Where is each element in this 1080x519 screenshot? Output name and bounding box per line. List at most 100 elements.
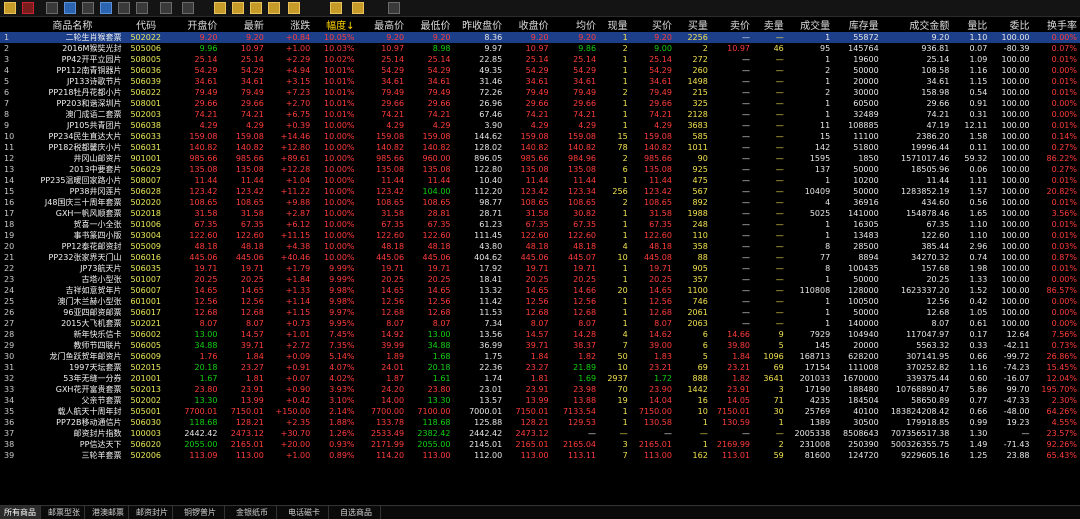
tab-0[interactable]: 所有商品 [0, 506, 41, 519]
table-row[interactable]: 7PP203和谐深圳片50800129.6629.66+2.7010.01%29… [0, 98, 1080, 109]
table-row[interactable]: 20PP12泰花邮资封50500948.1848.18+4.3810.00%48… [0, 241, 1080, 252]
column-header[interactable]: 收盘价 [505, 17, 551, 32]
tab-6[interactable]: 电话磁卡 [280, 506, 329, 519]
column-header[interactable] [0, 17, 23, 32]
table-row[interactable]: 38PP信达天下5060202055.002165.01+20.000.93%2… [0, 439, 1080, 450]
table-cell: 159.08 [358, 131, 408, 142]
table-row[interactable]: 1二轮生肖猴套票5020229.209.20+0.8410.05%9.209.2… [0, 32, 1080, 43]
table-row[interactable]: 22016M猴奘光封5050069.9610.97+1.0010.03%10.9… [0, 43, 1080, 54]
column-header[interactable]: 现量 [599, 17, 631, 32]
table-row[interactable]: 3253年无缝一分券2010011.671.81+0.074.02%1.871.… [0, 373, 1080, 384]
table-row[interactable]: 4PP112南青铜器片50603654.2954.29+4.9410.01%54… [0, 65, 1080, 76]
index-icon[interactable] [136, 2, 148, 14]
column-header[interactable]: 成交金额 [882, 17, 953, 32]
column-header[interactable]: 卖量 [753, 17, 787, 32]
table-row[interactable]: 272015大飞机套票5020218.078.07+0.739.95%8.078… [0, 318, 1080, 329]
table-cell: PP38井冈莲片 [23, 186, 124, 197]
table-row[interactable]: 39三轮羊套票502006113.09113.00+1.000.89%114.2… [0, 450, 1080, 461]
tab-3[interactable]: 邮资封片 [132, 506, 173, 519]
table-row[interactable]: 12井冈山邮资片901001985.66985.66+89.6110.00%98… [0, 153, 1080, 164]
table-row[interactable]: 2696亚四邮资邮票50601712.6812.68+1.159.97%12.6… [0, 307, 1080, 318]
tab-4[interactable]: 铜锣普片 [176, 506, 225, 519]
table-row[interactable]: 33GXH花开富贵套票50201323.8023.91+0.903.93%24.… [0, 384, 1080, 395]
table-row[interactable]: 37邮资封片指数1000032442.422473.12+30.701.26%2… [0, 428, 1080, 439]
table-cell: 53年无缝一分券 [23, 373, 124, 384]
table-row[interactable]: 11PP182税都馨庆小片506031140.82140.82+12.8010.… [0, 142, 1080, 153]
table-cell: — [711, 263, 753, 274]
column-header[interactable]: 最新 [220, 17, 266, 32]
grid-icon[interactable] [118, 2, 130, 14]
table-row[interactable]: 17GXH一帆风顺套票50201831.5831.58+2.8710.00%31… [0, 208, 1080, 219]
settings-icon[interactable] [388, 2, 400, 14]
table-cell: 12.68 [631, 307, 675, 318]
f3-icon[interactable] [268, 2, 280, 14]
column-header[interactable]: 卖价 [711, 17, 753, 32]
f2-icon[interactable] [250, 2, 262, 14]
table-row[interactable]: 10PP234民生直达大片506033159.08159.08+14.4610.… [0, 131, 1080, 142]
export-icon[interactable] [160, 2, 172, 14]
f6-icon[interactable] [352, 2, 364, 14]
column-header[interactable]: 换手率 [1033, 17, 1080, 32]
table-row[interactable]: 22JP73航天片50603519.7119.71+1.799.99%19.71… [0, 263, 1080, 274]
table-row[interactable]: 36PP72B移动通信片506030118.68128.21+2.351.88%… [0, 417, 1080, 428]
column-header[interactable]: 昨收盘价 [454, 17, 506, 32]
column-header[interactable]: 委比 [990, 17, 1032, 32]
candle-icon[interactable] [46, 2, 58, 14]
table-row[interactable]: 28新年快乐信卡50600213.0014.57+1.017.45%14.921… [0, 329, 1080, 340]
table-cell: — [753, 87, 787, 98]
f5-icon[interactable] [330, 2, 342, 14]
report-icon[interactable] [64, 2, 76, 14]
column-header[interactable]: 幅度↓ [313, 17, 357, 32]
column-header[interactable]: 代码 [124, 17, 170, 32]
column-header[interactable]: 开盘价 [171, 17, 221, 32]
column-header[interactable]: 最低价 [407, 17, 453, 32]
tab-5[interactable]: 金银纸币 [228, 506, 277, 519]
table-row[interactable]: 35载人航天十周年封5050017700.017150.01+150.002.1… [0, 406, 1080, 417]
column-header[interactable]: 涨跌 [267, 17, 313, 32]
table-row[interactable]: 21PP232张家界天门山506016445.06445.06+40.4610.… [0, 252, 1080, 263]
table-cell: +12.28 [267, 164, 313, 175]
bars-icon[interactable] [4, 2, 16, 14]
table-row[interactable]: 6PP218牡丹花都小片50602279.4979.49+7.2310.01%7… [0, 87, 1080, 98]
column-header[interactable]: 成交量 [787, 17, 833, 32]
f1-icon[interactable] [232, 2, 244, 14]
table-row[interactable]: 18贺喜一小全张50100667.3567.35+6.1210.00%67.35… [0, 219, 1080, 230]
column-header[interactable]: 最高价 [358, 17, 408, 32]
table-row[interactable]: 5JP133诗歌节片50603934.6134.61+3.1510.01%34.… [0, 76, 1080, 87]
column-header[interactable]: 库存量 [833, 17, 882, 32]
table-row[interactable]: 8澳门成语二套票50200374.2174.21+6.7510.01%74.21… [0, 109, 1080, 120]
tab-2[interactable]: 港澳邮票 [88, 506, 129, 519]
f4-icon[interactable] [288, 2, 300, 14]
table-cell: — [711, 285, 753, 296]
column-header[interactable]: 买量 [675, 17, 711, 32]
table-cell: 112.20 [454, 186, 506, 197]
column-header[interactable]: 均价 [552, 17, 599, 32]
table-row[interactable]: 30龙门鱼跃贺年邮资片5060091.761.84+0.095.14%1.891… [0, 351, 1080, 362]
table-row[interactable]: 34父亲节套票50200213.3013.99+0.423.10%14.0013… [0, 395, 1080, 406]
tools-icon[interactable] [182, 2, 194, 14]
column-header[interactable]: 买价 [631, 17, 675, 32]
tab-1[interactable]: 邮票型张 [44, 506, 85, 519]
table-row[interactable]: 311997天坛套票50201520.1823.27+0.914.07%24.0… [0, 362, 1080, 373]
table-row[interactable]: 24吉祥如意贺年片50600714.6514.65+1.339.98%14.65… [0, 285, 1080, 296]
table-row[interactable]: 19事书篆四小版503004122.60122.60+11.1510.00%12… [0, 230, 1080, 241]
calendar-icon[interactable] [82, 2, 94, 14]
table-row[interactable]: 15PP38井冈莲片506028123.42123.42+11.2210.00%… [0, 186, 1080, 197]
table-row[interactable]: 29教师节四联片50600534.8839.71+2.727.35%39.993… [0, 340, 1080, 351]
table-row[interactable]: 25澳门木兰赫小型张60100112.5612.56+1.149.98%12.5… [0, 296, 1080, 307]
table-row[interactable]: 14PP235温暖回家路小片50800711.4411.44+1.0410.00… [0, 175, 1080, 186]
table-row[interactable]: 23古塔小型张50100720.2520.25+1.849.99%20.2520… [0, 274, 1080, 285]
table-cell: 1670000 [833, 373, 882, 384]
table-row[interactable]: 16J48国庆三十周年套票502020108.65108.65+9.8810.0… [0, 197, 1080, 208]
table-cell: 13 [0, 164, 23, 175]
info-icon[interactable] [100, 2, 112, 14]
line-chart-icon[interactable] [22, 2, 34, 14]
table-cell: 0.06 [952, 164, 990, 175]
table-row[interactable]: 9JP105共青团片5060384.294.29+0.3910.00%4.294… [0, 120, 1080, 131]
f10-icon[interactable] [214, 2, 226, 14]
tab-7[interactable]: 自选商品 [332, 506, 381, 519]
column-header[interactable]: 商品名称 [23, 17, 124, 32]
table-row[interactable]: 132013中要套片506029135.08135.08+12.2810.00%… [0, 164, 1080, 175]
table-row[interactable]: 3PP42开平立园片50800525.1425.14+2.2910.02%25.… [0, 54, 1080, 65]
column-header[interactable]: 量比 [952, 17, 990, 32]
